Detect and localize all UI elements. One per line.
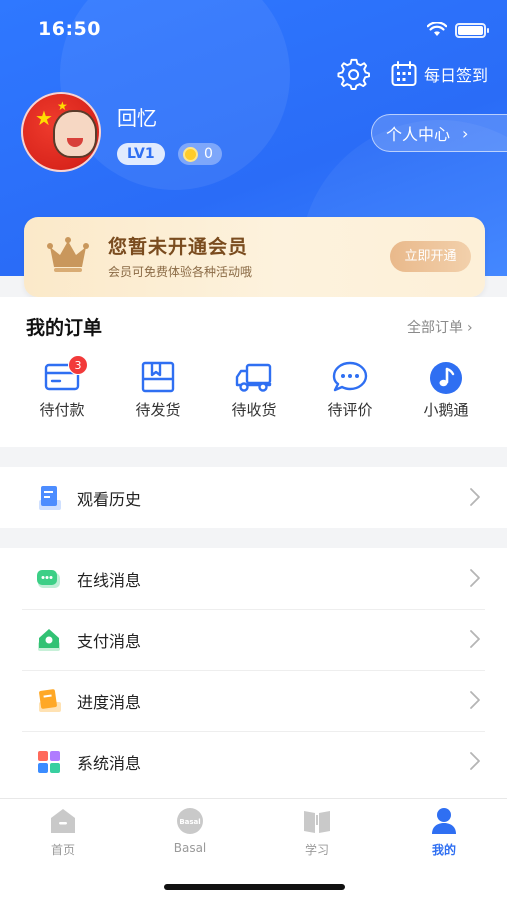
status-time: 16:50: [38, 18, 101, 40]
online-message-row[interactable]: 在线消息: [0, 548, 507, 609]
tab-profile[interactable]: 我的: [404, 807, 484, 858]
personal-center-button[interactable]: 个人中心 ›: [371, 114, 507, 152]
order-xiaoetong[interactable]: 小鹅通: [406, 361, 486, 427]
payment-message-row[interactable]: 支付消息: [0, 609, 507, 670]
coin-count: 0: [204, 146, 213, 162]
order-pending-review[interactable]: 待评价: [310, 361, 390, 427]
home-indicator: [164, 884, 345, 890]
daily-signin-button[interactable]: 每日签到: [390, 58, 500, 90]
tab-label: 首页: [50, 843, 75, 857]
order-label: 待收货: [231, 401, 277, 419]
history-section: 观看历史: [0, 467, 507, 528]
svg-text:Basal: Basal: [179, 818, 200, 826]
order-label: 待付款: [39, 401, 85, 419]
home-icon: [51, 809, 75, 833]
tab-basal[interactable]: Basal Basal: [150, 807, 230, 855]
book-icon: [304, 811, 330, 833]
chevron-right-icon: ›: [467, 320, 473, 336]
order-label: 待发货: [135, 401, 181, 419]
order-label: 小鹅通: [423, 401, 469, 419]
chat-icon: [332, 361, 368, 392]
chevron-right-icon: [470, 569, 480, 587]
battery-icon: [455, 23, 489, 38]
wallet-icon: [38, 629, 60, 651]
chevron-right-icon: ›: [462, 123, 469, 143]
messages-section: 在线消息 支付消息 进度消息 系统消息: [0, 548, 507, 798]
system-message-row[interactable]: 系统消息: [0, 731, 507, 792]
grid-icon: [38, 751, 60, 773]
chevron-right-icon: [470, 752, 480, 770]
package-icon: [141, 361, 175, 393]
status-bar: 16:50: [0, 0, 507, 60]
orders-section: 我的订单 全部订单 › 3 待付款 待发货 待收货 待评价 小鹅通: [0, 297, 507, 447]
gear-icon: [337, 58, 370, 90]
order-pending-receipt[interactable]: 待收货: [214, 361, 294, 427]
personal-center-label: 个人中心: [386, 125, 451, 144]
chevron-right-icon: [470, 691, 480, 709]
basal-icon: Basal: [177, 808, 203, 834]
level-badge: LV1: [117, 143, 165, 165]
row-label: 在线消息: [77, 571, 142, 590]
all-orders-link[interactable]: 全部订单 ›: [407, 317, 473, 337]
order-pending-payment[interactable]: 3 待付款: [22, 355, 102, 427]
chevron-right-icon: [470, 488, 480, 506]
notification-badge: 3: [68, 355, 88, 375]
tab-study[interactable]: 学习: [277, 807, 357, 858]
profile-icon: [432, 808, 456, 834]
tab-home[interactable]: 首页: [23, 807, 103, 858]
membership-title: 您暂未开通会员: [108, 236, 249, 258]
coin-badge: 0: [178, 143, 222, 165]
truck-icon: [235, 363, 272, 392]
music-note-icon: [430, 362, 462, 394]
calendar-icon: [391, 61, 417, 86]
row-label: 支付消息: [77, 632, 142, 651]
order-pending-shipment[interactable]: 待发货: [118, 361, 198, 427]
history-icon: [39, 486, 61, 510]
orders-title: 我的订单: [26, 317, 103, 339]
chevron-right-icon: [470, 630, 480, 648]
row-label: 观看历史: [77, 490, 142, 509]
membership-card[interactable]: 您暂未开通会员 会员可免费体验各种活动哦 立即开通: [24, 217, 485, 297]
coin-icon: [183, 146, 198, 162]
watch-history-row[interactable]: 观看历史: [0, 467, 507, 528]
row-label: 进度消息: [77, 693, 142, 712]
all-orders-label: 全部订单: [407, 320, 463, 336]
settings-button[interactable]: [337, 58, 371, 92]
chat-bubble-icon: [37, 570, 60, 588]
tab-label: 我的: [431, 843, 456, 857]
progress-message-row[interactable]: 进度消息: [0, 670, 507, 731]
order-label: 待评价: [327, 401, 373, 419]
avatar[interactable]: ★ ★ ★ ★: [21, 92, 101, 172]
username: 回忆: [117, 106, 157, 130]
wifi-icon: [427, 22, 447, 36]
tab-label: Basal: [173, 841, 207, 855]
tab-label: 学习: [304, 843, 329, 857]
progress-icon: [39, 689, 61, 712]
row-label: 系统消息: [77, 754, 142, 773]
signin-label: 每日签到: [424, 66, 489, 85]
crown-icon: [47, 237, 89, 272]
open-membership-button[interactable]: 立即开通: [390, 241, 471, 272]
membership-subtitle: 会员可免费体验各种活动哦: [108, 265, 253, 279]
